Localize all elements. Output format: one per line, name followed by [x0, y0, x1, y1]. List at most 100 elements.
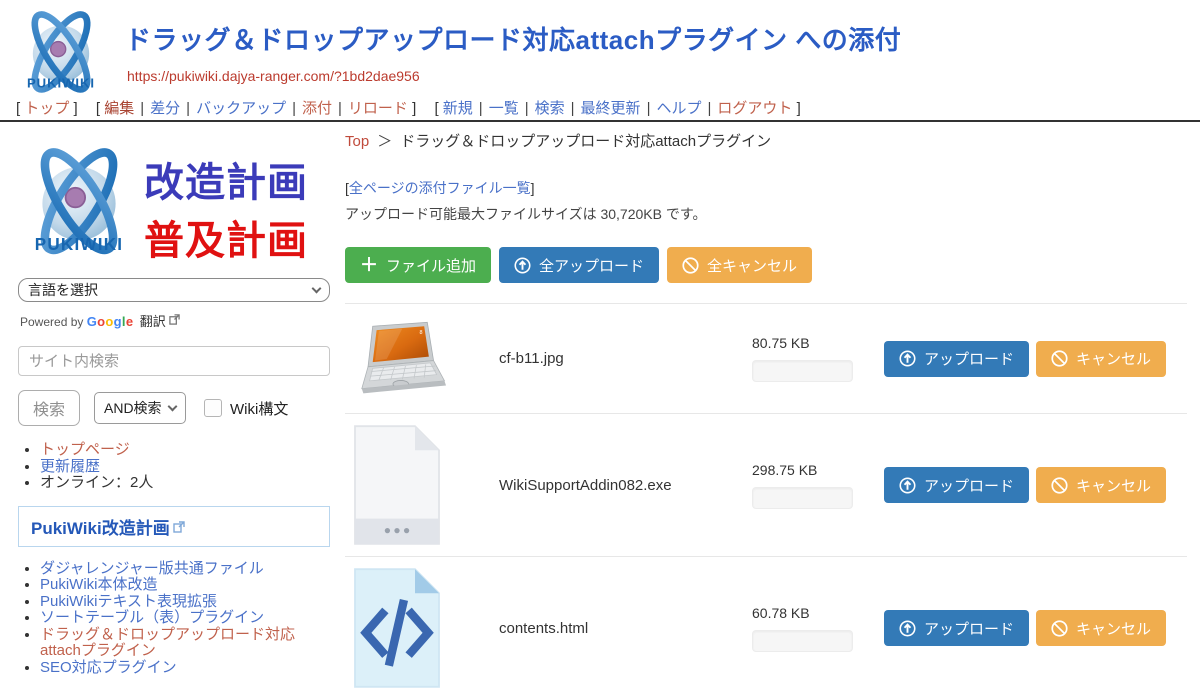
- file-size: 60.78 KB: [752, 605, 870, 621]
- list-item: ダジャレンジャー版共通ファイル: [40, 561, 330, 578]
- list-item: トップページ: [40, 442, 330, 459]
- all-attachments-link[interactable]: 全ページの添付ファイル一覧: [349, 180, 531, 196]
- file-name: WikiSupportAddin082.exe: [499, 477, 752, 494]
- sidebar-item-text-ext[interactable]: PukiWikiテキスト表現拡張: [40, 593, 217, 610]
- google-translate-attribution: Powered by Google 翻訳: [20, 311, 330, 330]
- ban-icon: [1051, 620, 1068, 637]
- nav-group-page: [ 編集|差分|バックアップ|添付|リロード ]: [96, 100, 416, 117]
- translate-link[interactable]: 翻訳: [140, 314, 166, 329]
- upload-button[interactable]: アップロード: [884, 610, 1029, 646]
- sidebar-link-list-bottom: ダジャレンジャー版共通ファイル PukiWiki本体改造 PukiWikiテキス…: [40, 561, 330, 677]
- nav-item-backup[interactable]: バックアップ: [196, 100, 286, 117]
- row-actions: アップロード キャンセル: [884, 610, 1166, 646]
- ban-icon: [1051, 477, 1068, 494]
- nav-item-edit[interactable]: 編集: [104, 100, 134, 117]
- svg-text:PUKIWIKI: PUKIWIKI: [27, 76, 95, 91]
- upload-progress-bar: [752, 360, 853, 382]
- chevron-down-icon: [168, 402, 178, 412]
- add-files-button[interactable]: ＋ ファイル追加: [345, 247, 491, 283]
- file-size-cell: 80.75 KB: [752, 335, 870, 382]
- project-title-box: PukiWiki改造計画: [18, 506, 330, 547]
- external-link-icon: [169, 314, 180, 328]
- atom-icon: PUKIWIKI: [14, 5, 108, 97]
- page-url-link[interactable]: https://pukiwiki.dajya-ranger.com/?1bd2d…: [127, 68, 420, 84]
- breadcrumb-current: ドラッグ＆ドロップアップロード対応attachプラグイン: [400, 133, 771, 150]
- nav-item-reload[interactable]: リロード: [348, 100, 408, 117]
- nav-item-recent[interactable]: 最終更新: [581, 100, 641, 117]
- file-name: contents.html: [499, 620, 752, 637]
- file-size-cell: 298.75 KB: [752, 462, 870, 509]
- list-item: PukiWiki本体改造: [40, 577, 330, 594]
- svg-text:PUKIWIKI: PUKIWIKI: [35, 235, 124, 254]
- breadcrumb: Top＞ドラッグ＆ドロップアップロード対応attachプラグイン: [345, 130, 1187, 151]
- site-search-input[interactable]: [18, 346, 330, 376]
- external-link-icon: [173, 520, 185, 538]
- file-thumbnail-cell: [349, 568, 499, 688]
- pukiwiki-logo[interactable]: PUKIWIKI: [14, 5, 108, 97]
- upload-circle-icon: [514, 257, 531, 274]
- sidebar-item-history[interactable]: 更新履歴: [40, 458, 100, 475]
- generic-file-icon: [349, 425, 445, 545]
- search-mode-select[interactable]: AND検索: [94, 392, 186, 424]
- language-select[interactable]: 言語を選択: [18, 278, 330, 302]
- row-actions: アップロード キャンセル: [884, 341, 1166, 377]
- cancel-button[interactable]: キャンセル: [1036, 610, 1166, 646]
- table-row: 8 cf-b11.jpg 80.75 KB アップロード: [345, 303, 1187, 413]
- atom-icon: PUKIWIKI: [18, 134, 140, 266]
- nav-item-logout[interactable]: ログアウト: [717, 100, 792, 117]
- list-item: 更新履歴: [40, 459, 330, 476]
- file-thumbnail-cell: [349, 425, 499, 545]
- nav-item-attach[interactable]: 添付: [302, 100, 332, 117]
- wiki-syntax-checkbox[interactable]: [204, 399, 222, 417]
- cancel-button[interactable]: キャンセル: [1036, 341, 1166, 377]
- nav-item-search[interactable]: 検索: [535, 100, 565, 117]
- list-item: ソートテーブル（表）プラグイン: [40, 610, 330, 627]
- search-controls: 検索 AND検索 Wiki構文: [18, 390, 330, 426]
- nav-item-top[interactable]: トップ: [24, 100, 69, 117]
- file-size-cell: 60.78 KB: [752, 605, 870, 652]
- online-counter: オンライン：2人: [40, 475, 330, 492]
- sidebar-item-dnd-attach[interactable]: ドラッグ＆ドロップアップロード対応attachプラグイン: [40, 626, 295, 660]
- sidebar-item-toppage[interactable]: トップページ: [40, 441, 130, 458]
- laptop-photo-thumbnail: 8: [349, 320, 451, 398]
- nav-group-site: [ 新規|一覧|検索|最終更新|ヘルプ|ログアウト ]: [434, 100, 800, 117]
- nav-item-new[interactable]: 新規: [443, 100, 473, 117]
- file-size: 298.75 KB: [752, 462, 870, 478]
- cancel-all-button[interactable]: 全キャンセル: [667, 247, 812, 283]
- sidebar: PUKIWIKI 改造計画 普及計画 言語を選択 Powered by Goog…: [18, 132, 330, 676]
- sidebar-site-logo[interactable]: PUKIWIKI 改造計画 普及計画: [18, 132, 330, 270]
- upload-all-button[interactable]: 全アップロード: [499, 247, 659, 283]
- upload-progress-bar: [752, 630, 853, 652]
- sidebar-item-common-files[interactable]: ダジャレンジャー版共通ファイル: [40, 560, 264, 577]
- row-actions: アップロード キャンセル: [884, 467, 1166, 503]
- svg-text:8: 8: [420, 330, 423, 336]
- nav-item-list[interactable]: 一覧: [489, 100, 519, 117]
- upload-toolbar: ＋ ファイル追加 全アップロード 全キャンセル: [345, 247, 1187, 283]
- sidebar-link-list-top: トップページ 更新履歴 オンライン：2人: [40, 442, 330, 492]
- sidebar-item-sort-table[interactable]: ソートテーブル（表）プラグイン: [40, 609, 264, 626]
- list-item: PukiWikiテキスト表現拡張: [40, 594, 330, 611]
- nav-item-diff[interactable]: 差分: [150, 100, 180, 117]
- project-title-link[interactable]: PukiWiki改造計画: [31, 519, 170, 538]
- sidebar-item-core-mod[interactable]: PukiWiki本体改造: [40, 576, 158, 593]
- sidebar-item-seo[interactable]: SEO対応プラグイン: [40, 659, 177, 676]
- google-logo: Google: [87, 314, 134, 329]
- nav-item-help[interactable]: ヘルプ: [656, 100, 701, 117]
- upload-button[interactable]: アップロード: [884, 467, 1029, 503]
- wiki-syntax-label: Wiki構文: [230, 398, 288, 419]
- table-row: WikiSupportAddin082.exe 298.75 KB アップロード…: [345, 413, 1187, 556]
- upload-progress-bar: [752, 487, 853, 509]
- search-button[interactable]: 検索: [18, 390, 80, 426]
- file-name: cf-b11.jpg: [499, 350, 752, 367]
- page-title: ドラッグ＆ドロップアップロード対応attachプラグイン への添付: [125, 20, 901, 57]
- cancel-button[interactable]: キャンセル: [1036, 467, 1166, 503]
- upload-circle-icon: [899, 620, 916, 637]
- upload-queue: 8 cf-b11.jpg 80.75 KB アップロード: [345, 303, 1187, 699]
- upload-button[interactable]: アップロード: [884, 341, 1029, 377]
- ban-icon: [682, 257, 699, 274]
- list-item: ドラッグ＆ドロップアップロード対応attachプラグイン: [40, 627, 330, 660]
- header-divider: [0, 120, 1200, 122]
- ban-icon: [1051, 350, 1068, 367]
- max-filesize-note: アップロード可能最大ファイルサイズは 30,720KB です。: [345, 204, 1187, 224]
- breadcrumb-home-link[interactable]: Top: [345, 133, 369, 150]
